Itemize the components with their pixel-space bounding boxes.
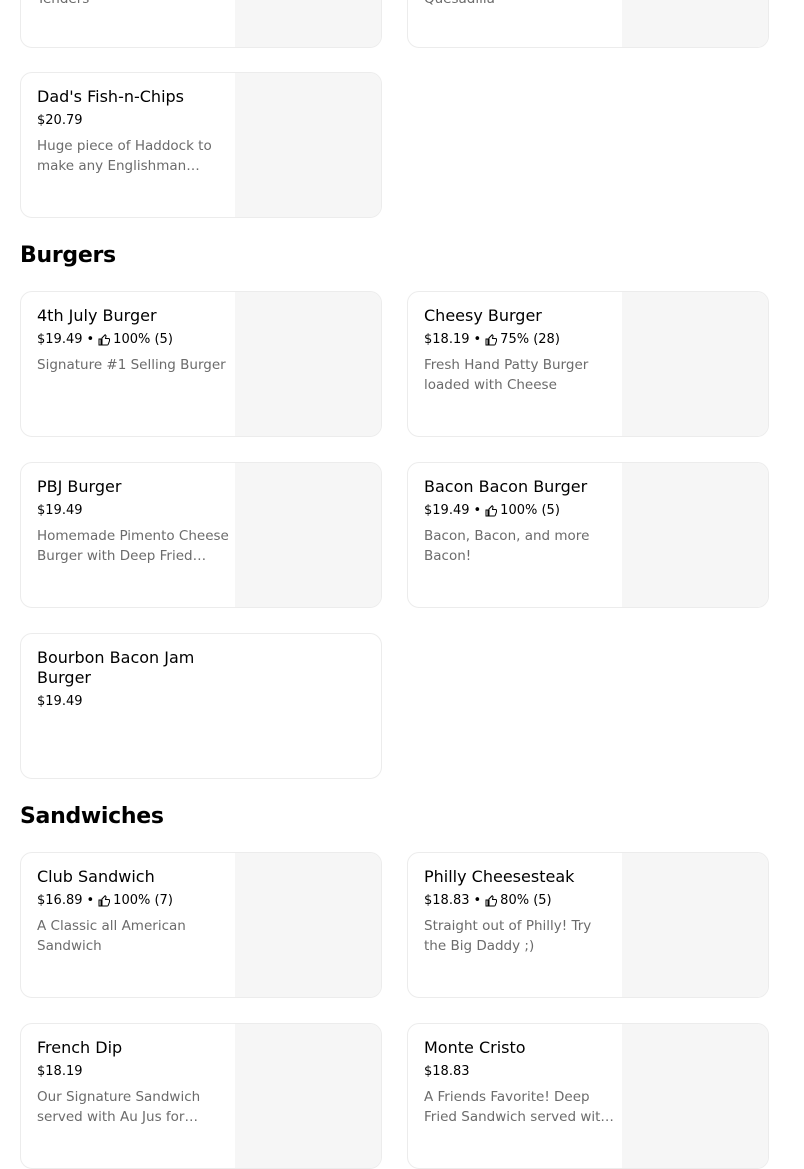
menu-item-image <box>622 463 768 607</box>
menu-item-card[interactable]: Monte Cristo $18.83 A Friends Favorite! … <box>407 1023 769 1169</box>
menu-item-meta: $19.49 <box>37 502 229 520</box>
thumbs-up-icon <box>98 334 111 346</box>
menu-item-meta: $20.79 <box>37 112 229 130</box>
separator-dot: • <box>86 332 95 347</box>
menu-item-card[interactable]: Cheesy Burger $18.19 • 75% (28) Fresh Ha… <box>407 291 769 437</box>
menu-item-rating: 80% (5) <box>500 893 552 908</box>
menu-item-image <box>235 0 381 47</box>
section-title-sandwiches: Sandwiches <box>20 804 164 829</box>
menu-item-price: $20.79 <box>37 113 83 128</box>
menu-item-description: Huge piece of Haddock to make any Englis… <box>37 138 212 174</box>
menu-item-price: $19.49 <box>37 694 83 709</box>
menu-item-image <box>235 73 381 217</box>
menu-item-image <box>622 853 768 997</box>
menu-item-image <box>235 853 381 997</box>
menu-item-name: 4th July Burger <box>37 306 157 325</box>
menu-item-meta: $19.49 • 100% (5) <box>37 331 229 349</box>
menu-item-meta: $19.49 <box>37 693 229 711</box>
menu-item-image <box>622 1024 768 1168</box>
menu-item-card[interactable]: 4th July Burger $19.49 • 100% (5) Signat… <box>20 291 382 437</box>
menu-item-description: A Friends Favorite! Deep Fried Sandwich … <box>424 1089 609 1125</box>
menu-item-description: Bacon, Bacon, and more Bacon! <box>424 528 590 564</box>
menu-item-image <box>235 1024 381 1168</box>
menu-item-name: Dad's Fish-n-Chips <box>37 87 184 106</box>
menu-item-name: PBJ Burger <box>37 477 122 496</box>
menu-item-description: Quesadilla <box>424 0 616 9</box>
menu-item-card[interactable]: French Dip $18.19 Our Signature Sandwich… <box>20 1023 382 1169</box>
thumbs-up-icon <box>98 895 111 907</box>
thumbs-up-icon <box>485 334 498 346</box>
menu-item-name: Cheesy Burger <box>424 306 542 325</box>
menu-item-price: $18.83 <box>424 1064 470 1079</box>
menu-item-meta: $16.89 • 100% (7) <box>37 892 229 910</box>
menu-item-card[interactable]: Bourbon Bacon Jam Burger $19.49 <box>20 633 382 779</box>
menu-item-price: $18.19 <box>424 332 470 347</box>
menu-item-name: Monte Cristo <box>424 1038 526 1057</box>
menu-item-meta: $18.19 <box>37 1063 229 1081</box>
separator-dot: • <box>473 503 482 518</box>
menu-item-meta: $19.49 • 100% (5) <box>424 502 616 520</box>
menu-item-description: Fresh Hand Patty Burger loaded with Chee… <box>424 357 589 393</box>
menu-item-image <box>622 292 768 436</box>
menu-item-price: $18.83 <box>424 893 470 908</box>
menu-item-price: $18.19 <box>37 1064 83 1079</box>
menu-item-name: Philly Cheesesteak <box>424 867 575 886</box>
menu-item-meta: $18.83 <box>424 1063 616 1081</box>
menu-item-card[interactable]: Club Sandwich $16.89 • 100% (7) A Classi… <box>20 852 382 998</box>
menu-item-name: Bourbon Bacon Jam Burger <box>37 648 195 687</box>
menu-item-rating: 100% (5) <box>500 503 560 518</box>
menu-item-description: Tenders <box>37 0 229 9</box>
thumbs-up-icon <box>485 895 498 907</box>
menu-item-rating: 100% (7) <box>113 893 173 908</box>
menu-item-description: Signature #1 Selling Burger <box>37 357 226 373</box>
menu-item-rating: 100% (5) <box>113 332 173 347</box>
menu-item-price: $19.49 <box>37 503 83 518</box>
menu-item-description: Homemade Pimento Cheese Burger with Deep… <box>37 528 229 564</box>
menu-item-image <box>622 0 768 47</box>
menu-item-name: French Dip <box>37 1038 123 1057</box>
menu-item-price: $19.49 <box>424 503 470 518</box>
menu-item-card-partial-left[interactable]: Tenders <box>20 0 382 48</box>
menu-item-card[interactable]: Philly Cheesesteak $18.83 • 80% (5) Stra… <box>407 852 769 998</box>
menu-item-card[interactable]: Dad's Fish-n-Chips $20.79 Huge piece of … <box>20 72 382 218</box>
menu-item-card-partial-right[interactable]: Quesadilla <box>407 0 769 48</box>
menu-item-image <box>235 463 381 607</box>
thumbs-up-icon <box>485 505 498 517</box>
menu-item-description: Our Signature Sandwich served with Au Ju… <box>37 1089 201 1125</box>
menu-item-card[interactable]: Bacon Bacon Burger $19.49 • 100% (5) Bac… <box>407 462 769 608</box>
menu-item-price: $16.89 <box>37 893 83 908</box>
menu-item-name: Club Sandwich <box>37 867 155 886</box>
menu-item-image <box>235 292 381 436</box>
menu-item-rating: 75% (28) <box>500 332 560 347</box>
section-title-burgers: Burgers <box>20 243 116 268</box>
menu-item-price: $19.49 <box>37 332 83 347</box>
menu-item-name: Bacon Bacon Burger <box>424 477 588 496</box>
separator-dot: • <box>473 332 482 347</box>
menu-item-description: A Classic all American Sandwich <box>37 918 186 954</box>
menu-item-meta: $18.19 • 75% (28) <box>424 331 616 349</box>
menu-item-meta: $18.83 • 80% (5) <box>424 892 616 910</box>
separator-dot: • <box>473 893 482 908</box>
menu-item-card[interactable]: PBJ Burger $19.49 Homemade Pimento Chees… <box>20 462 382 608</box>
menu-item-description: Straight out of Philly! Try the Big Dadd… <box>424 918 592 954</box>
separator-dot: • <box>86 893 95 908</box>
